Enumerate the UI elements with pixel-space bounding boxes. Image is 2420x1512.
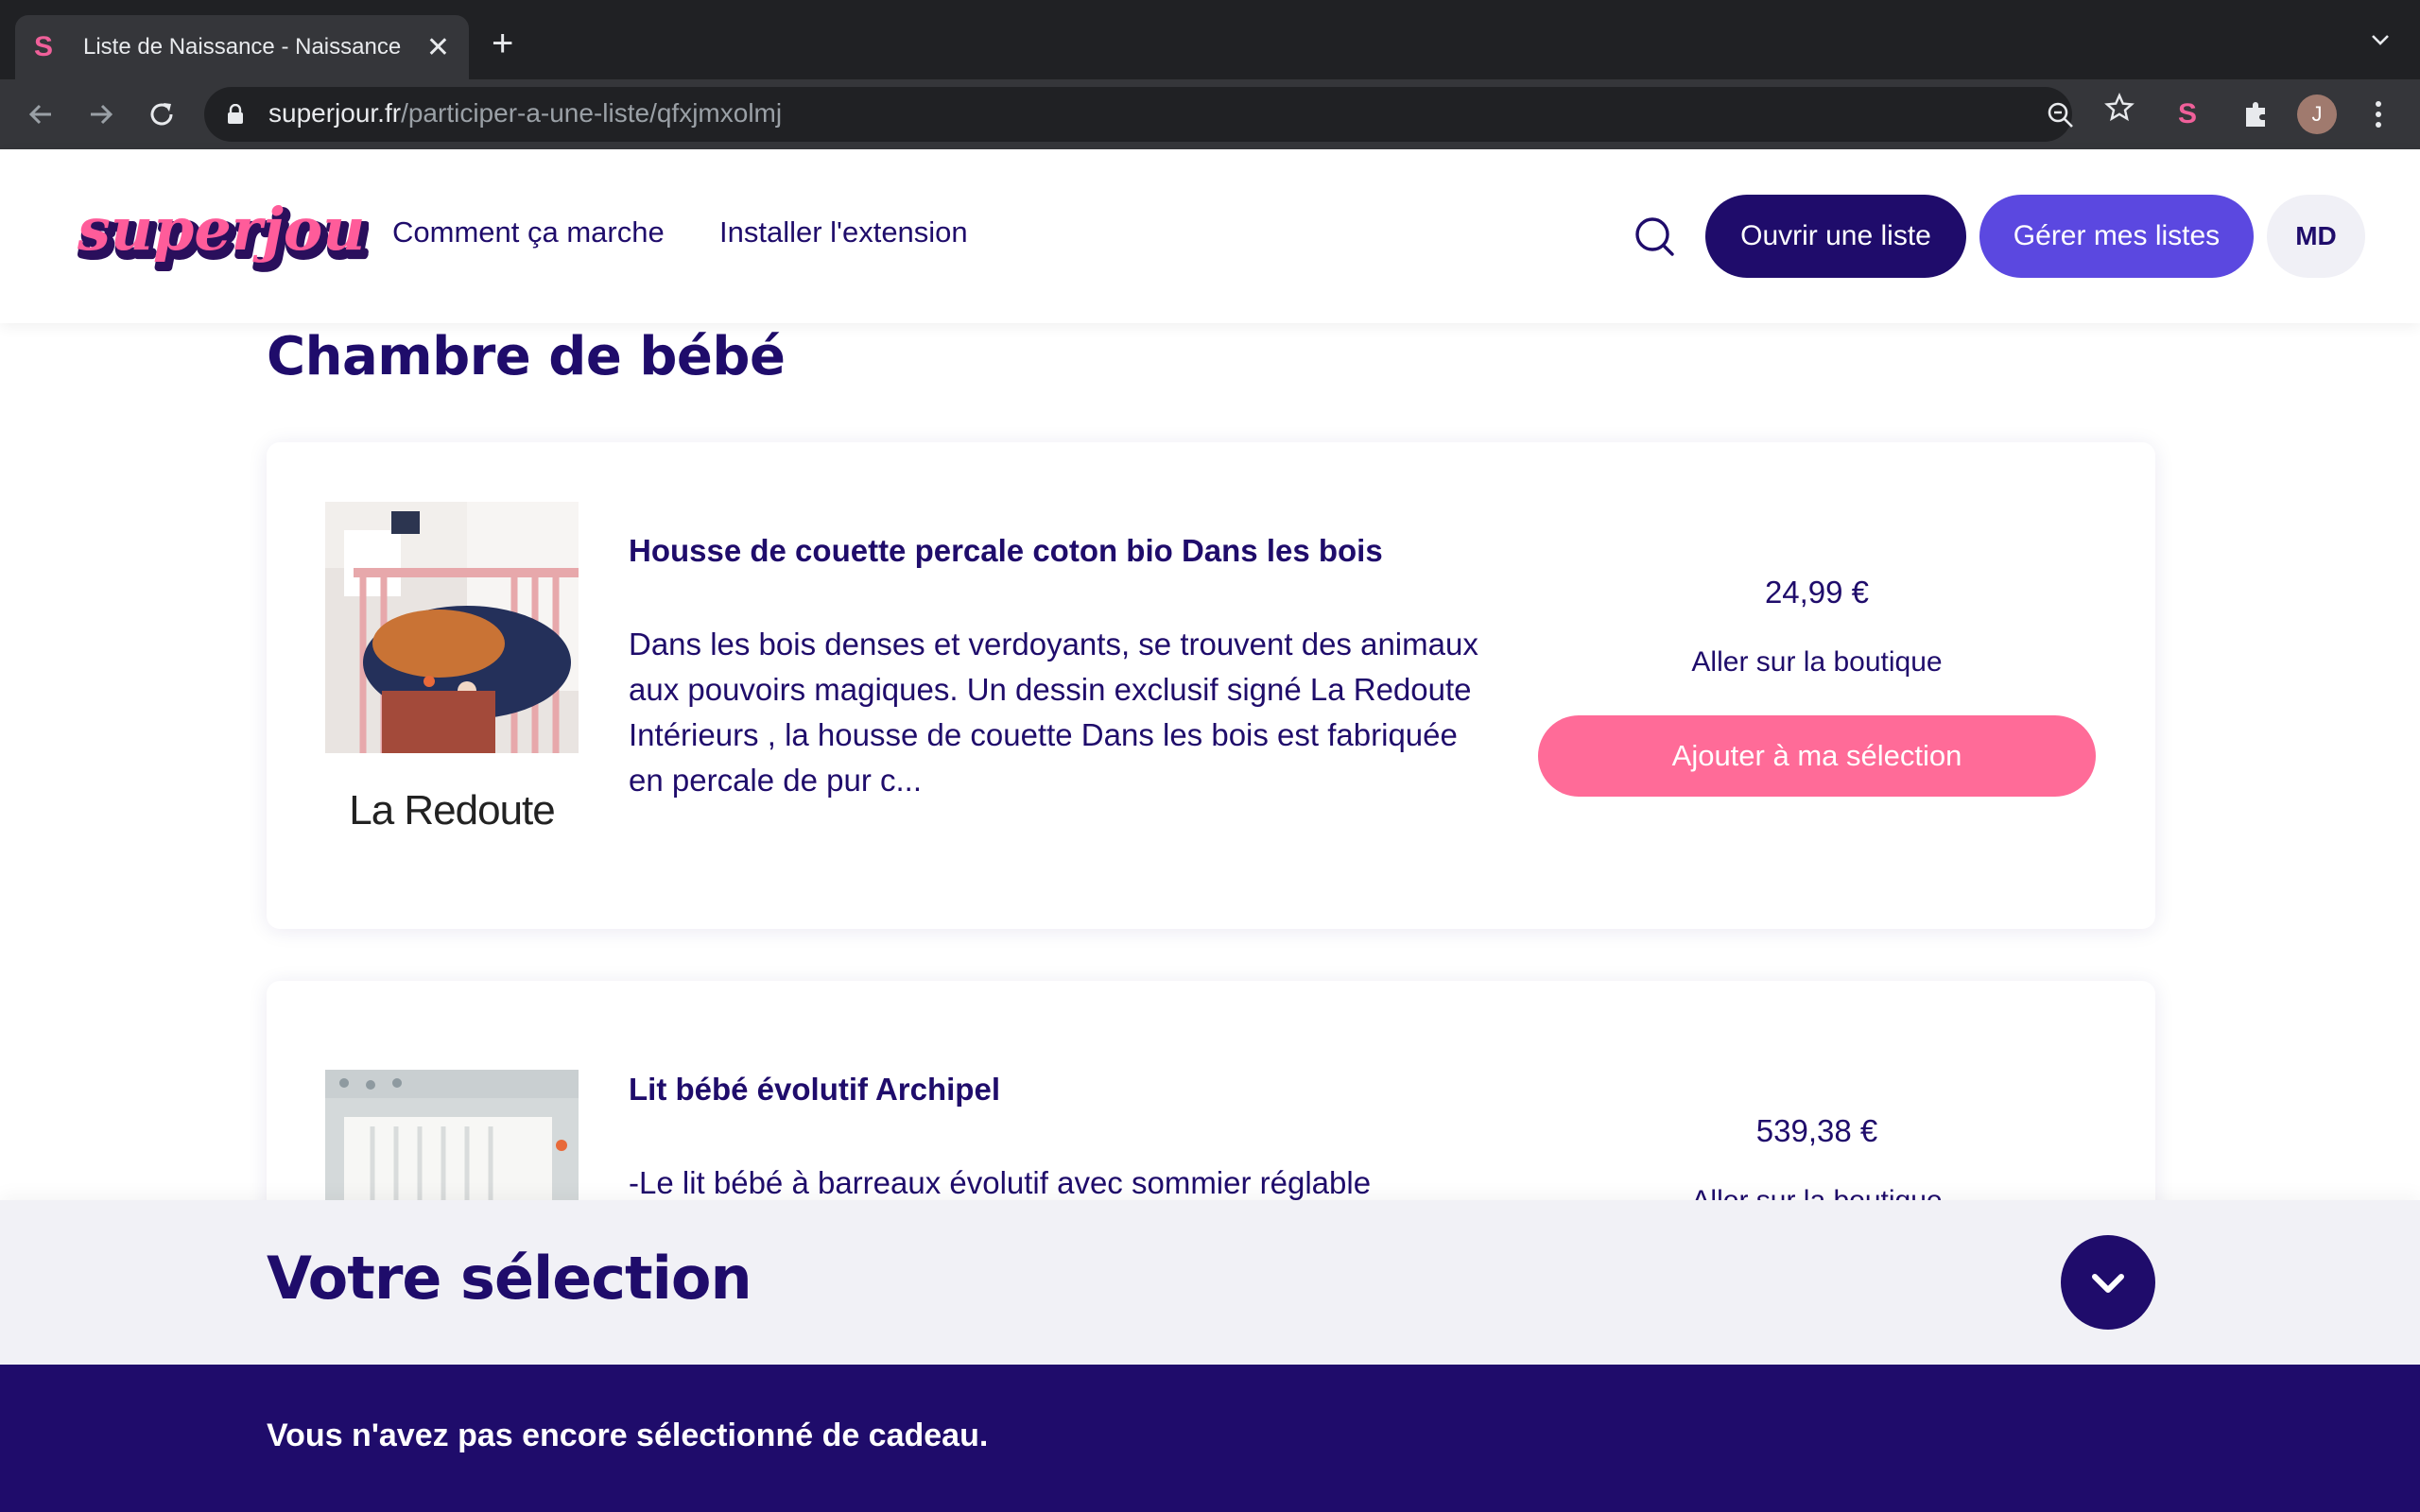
manage-lists-button[interactable]: Gérer mes listes [1979,195,2254,278]
add-to-selection-button[interactable]: Ajouter à ma sélection [1538,715,2096,797]
nav-how-it-works[interactable]: Comment ça marche [392,215,665,249]
go-to-shop-link[interactable]: Aller sur la boutique [1538,646,2096,679]
brand-logo-text: La Redoute [349,787,556,833]
extensions-puzzle-icon[interactable] [2240,98,2273,130]
section-title: Chambre de bébé [267,326,786,387]
product-price: 24,99 € [1764,575,1870,610]
back-arrow-icon[interactable] [23,96,59,132]
product-description: -Le lit bébé à barreaux évolutif avec so… [629,1165,1372,1200]
product-description: Dans les bois denses et verdoyants, se t… [629,627,1478,798]
site-header: superjour superjour Comment ça marche In… [0,149,2420,323]
browser-toolbar: superjour.fr/participer-a-une-liste/qfxj… [0,79,2420,149]
nav-install-extension[interactable]: Installer l'extension [719,215,968,249]
product-card: La Redoute Housse de couette percale cot… [267,442,2155,929]
browser-tab[interactable]: S Liste de Naissance - Naissance ✕ [15,15,469,79]
profile-avatar[interactable]: J [2297,94,2337,134]
superjour-favicon-icon: S [34,31,54,62]
product-image-duvet-cover[interactable] [325,502,579,753]
zoom-icon[interactable] [2046,100,2076,130]
url-path: /participer-a-une-liste/qfxjmxolmj [401,98,783,128]
url-text[interactable]: superjour.fr/participer-a-une-liste/qfxj… [268,98,782,129]
browser-tab-strip: S Liste de Naissance - Naissance ✕ + [0,0,2420,79]
bookmark-star-icon[interactable] [2104,93,2135,123]
open-list-button[interactable]: Ouvrir une liste [1705,195,1966,278]
logo-text: superjour [77,195,369,264]
url-host: superjour.fr [268,98,402,128]
product-price: 539,38 € [1755,1113,1878,1148]
browser-menu-icon[interactable] [2367,98,2390,130]
selection-title: Votre sélection [267,1244,752,1313]
lock-icon [228,104,243,124]
collapse-selection-button[interactable] [2061,1235,2155,1330]
superjour-extension-icon[interactable]: S [2178,98,2210,130]
reload-icon[interactable] [144,96,180,132]
tab-title: Liste de Naissance - Naissance [83,34,402,60]
search-icon[interactable] [1632,214,1677,259]
selection-panel-header: Votre sélection [0,1200,2420,1365]
new-tab-button[interactable]: + [492,25,513,62]
address-bar[interactable]: superjour.fr/participer-a-une-liste/qfxj… [204,87,2073,142]
product-title[interactable]: Housse de couette percale coton bio Dans… [629,533,1383,569]
selection-panel-body: Vous n'avez pas encore sélectionné de ca… [0,1365,2420,1512]
chevron-down-icon [2092,1274,2124,1293]
empty-selection-message: Vous n'avez pas encore sélectionné de ca… [267,1418,989,1453]
tab-search-chevron-icon[interactable] [2369,28,2392,51]
forward-arrow-icon[interactable] [83,96,119,132]
tab-close-icon[interactable]: ✕ [426,31,450,64]
user-account-button[interactable]: MD [2267,195,2365,278]
superjour-logo[interactable]: superjour superjour [76,181,369,293]
product-title[interactable]: Lit bébé évolutif Archipel [629,1072,1000,1108]
